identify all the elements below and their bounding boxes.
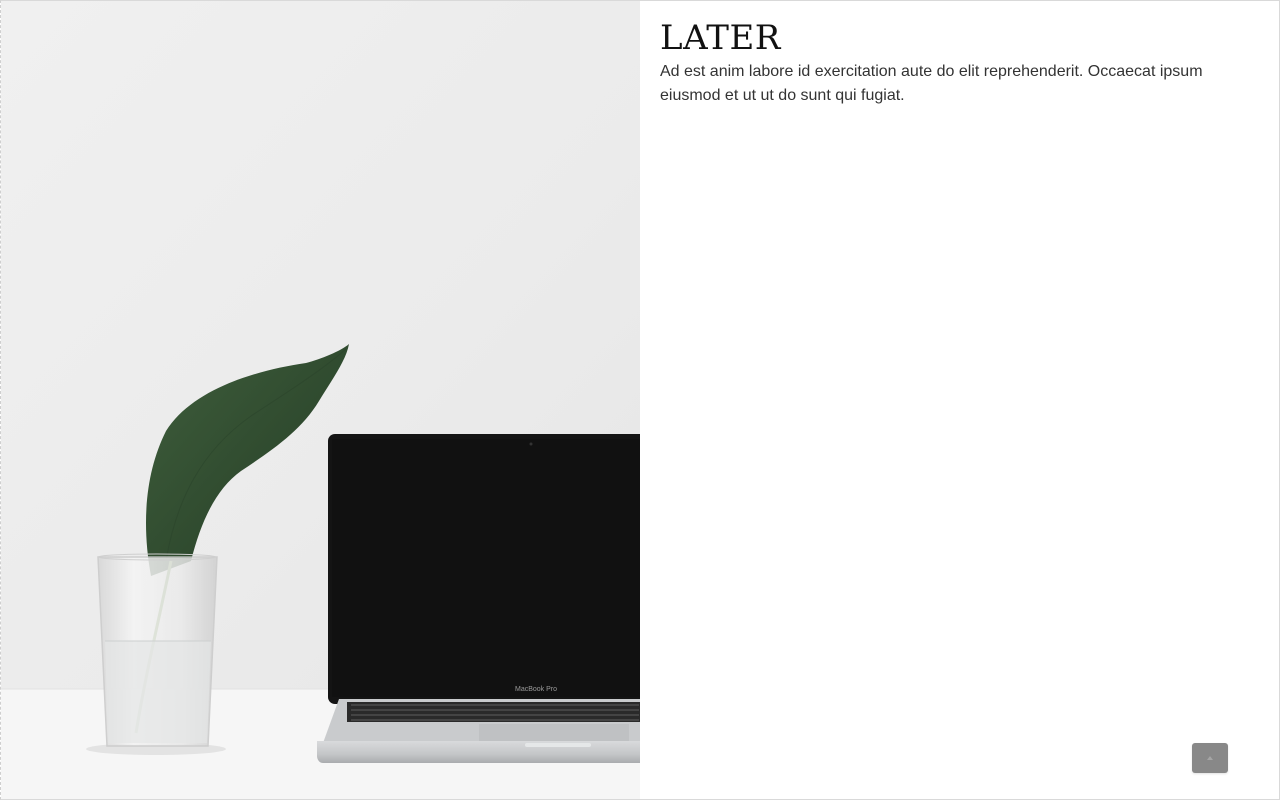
back-to-top-button[interactable]: [1192, 743, 1228, 773]
laptop-label: MacBook Pro: [515, 686, 557, 693]
article-panel: LATER Ad est anim labore id exercitation…: [640, 1, 1279, 799]
article-body: Ad est anim labore id exercitation aute …: [660, 63, 1203, 105]
article-title: LATER: [660, 18, 781, 58]
page: MacBook Pro LATER Ad est anim labore id …: [0, 0, 1280, 800]
hero-image: MacBook Pro: [1, 1, 640, 799]
plant-and-laptop-photo: MacBook Pro: [1, 1, 640, 799]
arrow-up-icon: [1207, 756, 1213, 760]
